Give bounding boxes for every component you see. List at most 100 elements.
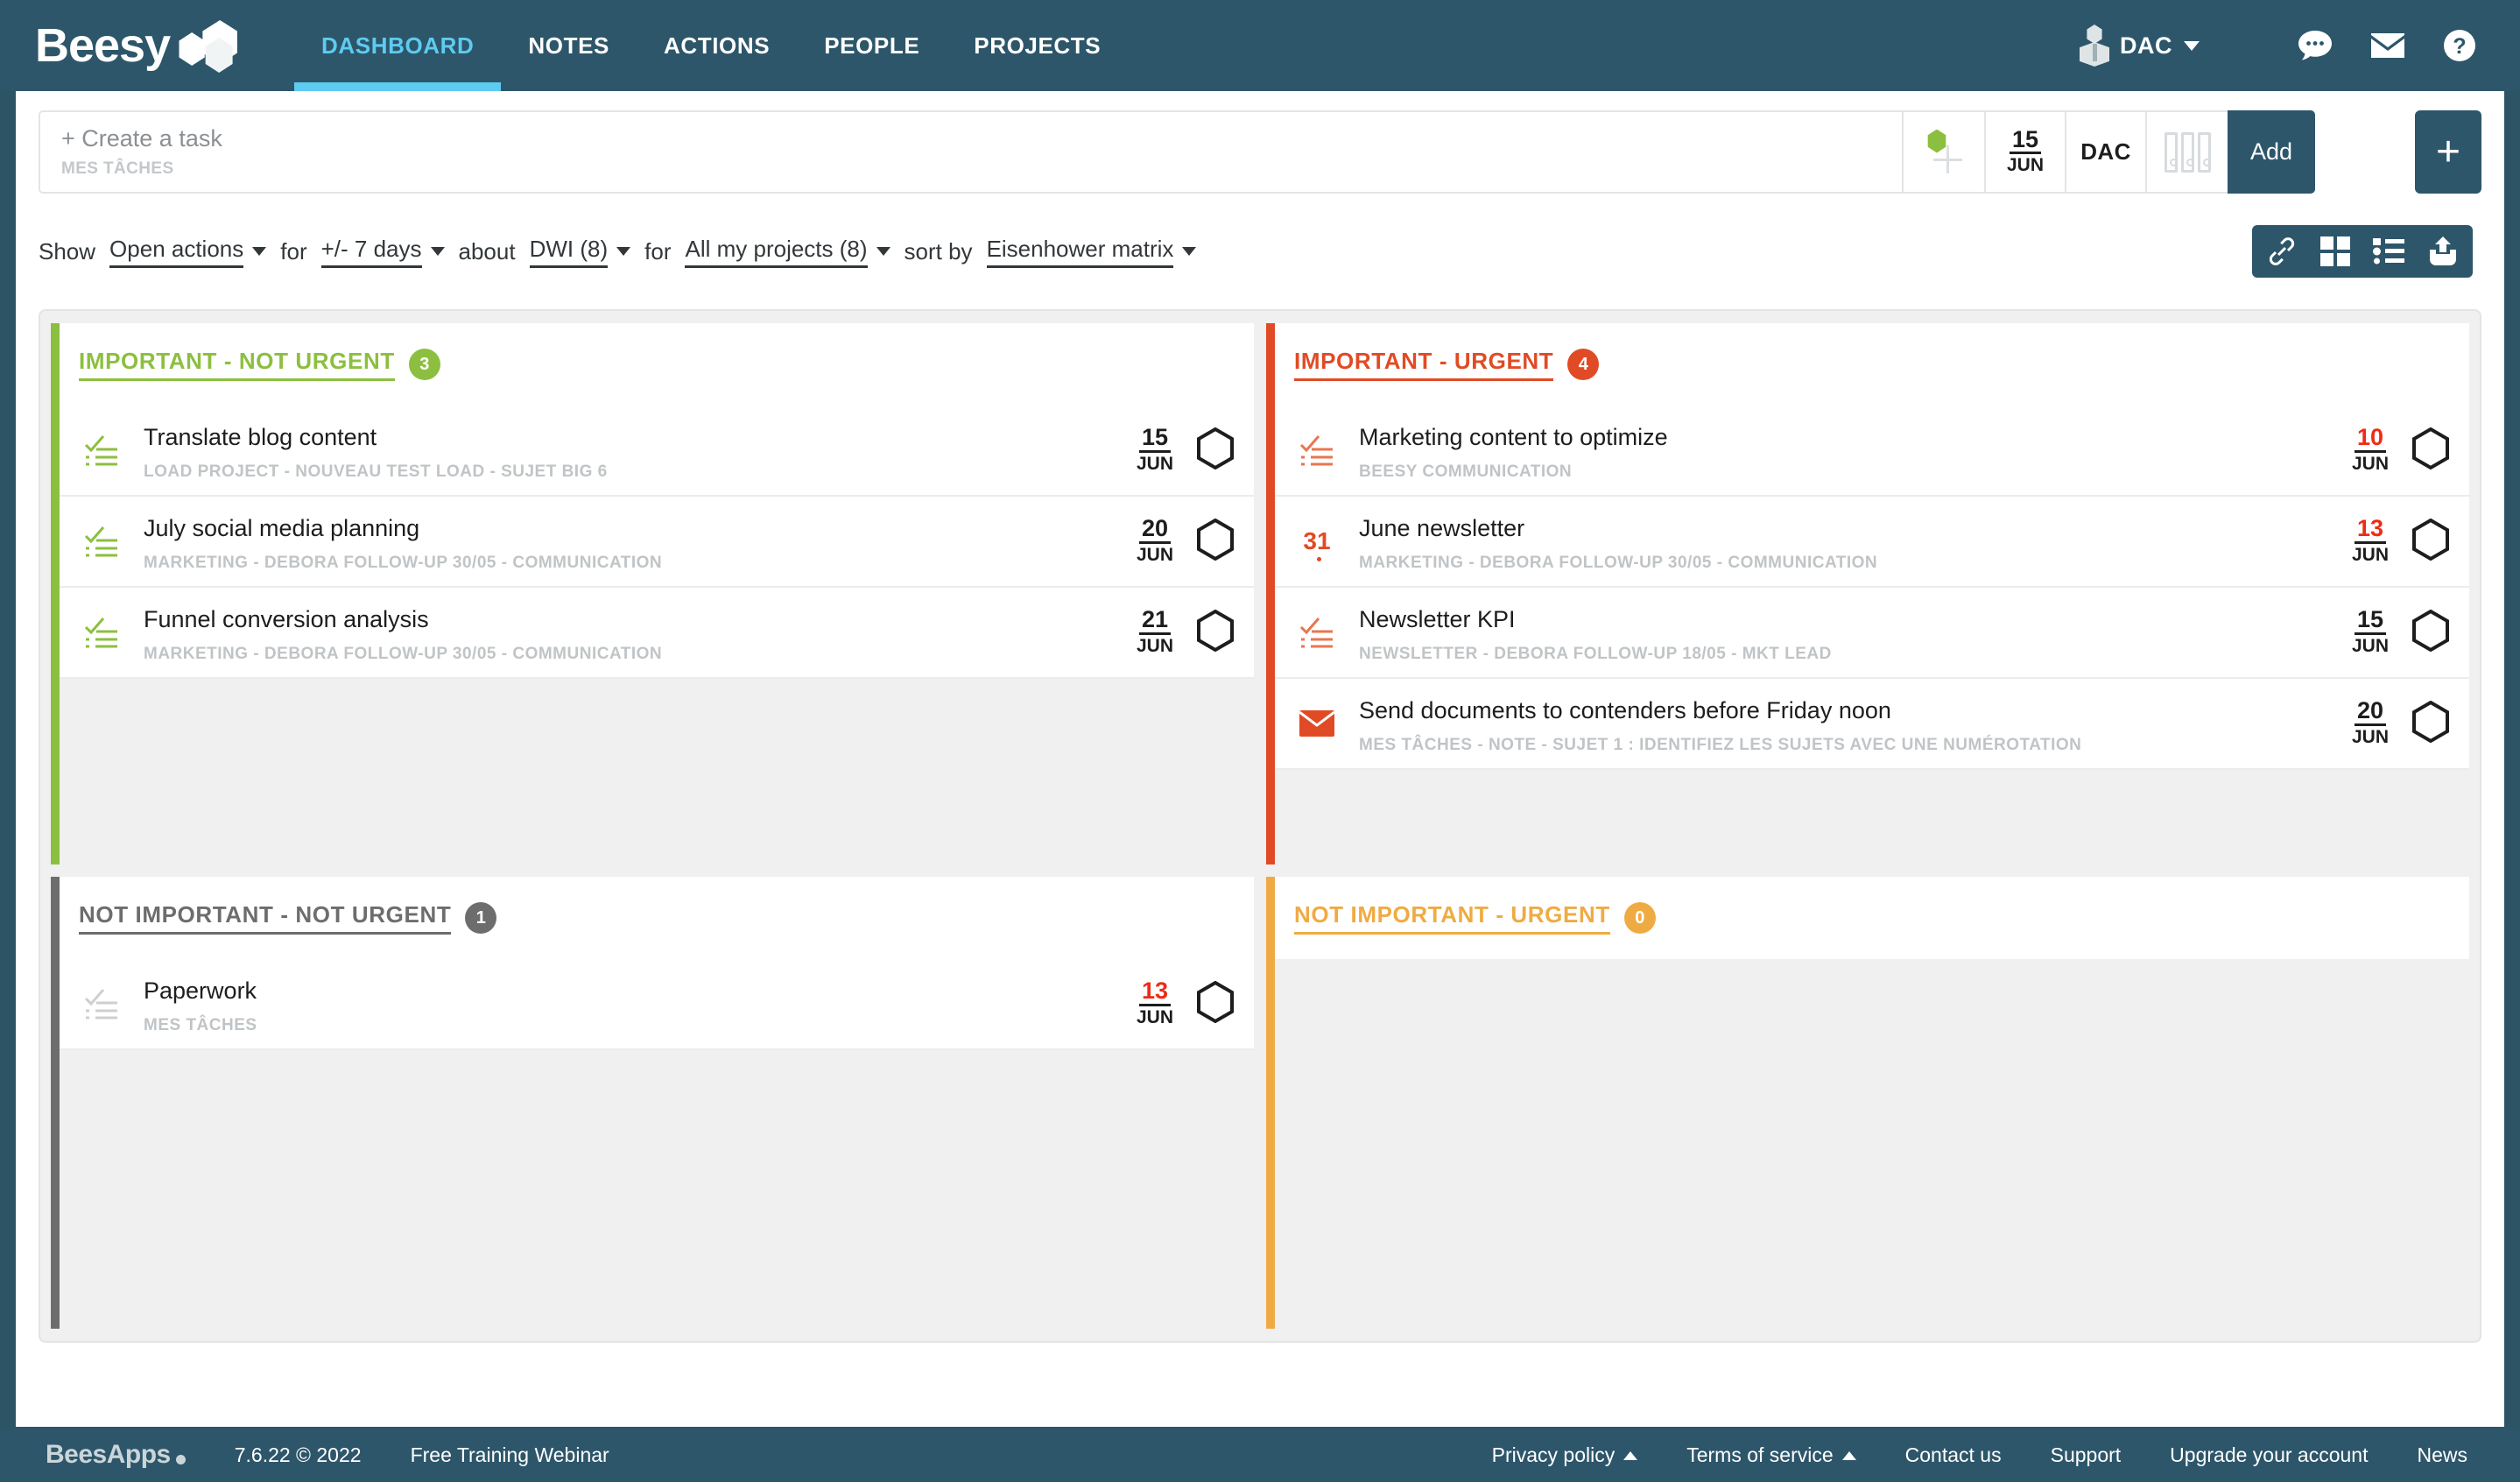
task-due-month: JUN <box>2352 635 2389 658</box>
quadrant-title[interactable]: IMPORTANT - NOT URGENT <box>79 348 395 381</box>
task-title: July social media planning <box>144 515 1137 542</box>
nav-item-notes[interactable]: NOTES <box>501 0 637 91</box>
task-context: LOAD PROJECT - NOUVEAU TEST LOAD - SUJET… <box>144 462 1137 482</box>
quadrant-color-stripe <box>51 877 60 1329</box>
task-due-day: 21 <box>1139 607 1171 634</box>
task-status-hexagon[interactable] <box>1196 610 1235 656</box>
task-status-hexagon[interactable] <box>1196 427 1235 474</box>
user-name-label: DAC <box>2120 32 2172 60</box>
table-row[interactable]: 31 June newsletter MARKETING - DEBORA FO… <box>1275 497 2469 588</box>
footer-version: 7.6.22 © 2022 <box>235 1443 362 1467</box>
quadrant-title[interactable]: NOT IMPORTANT - URGENT <box>1294 901 1610 935</box>
checklist-icon <box>60 434 144 467</box>
footer-link-terms-of-service[interactable]: Terms of service <box>1686 1443 1855 1467</box>
quadrant-task-list: Translate blog content LOAD PROJECT - NO… <box>60 406 1254 679</box>
task-due-date[interactable]: 15 JUN <box>1137 425 1173 476</box>
task-title: Newsletter KPI <box>1359 606 2352 633</box>
footer-link-upgrade-account[interactable]: Upgrade your account <box>2170 1443 2368 1467</box>
app-logo[interactable]: Beesy <box>35 18 263 73</box>
quadrant-important-not-urgent: IMPORTANT - NOT URGENT 3 Translate blog … <box>51 323 1254 864</box>
nav-item-people[interactable]: PEOPLE <box>797 0 947 91</box>
page-content: + Create a task MES TÂCHES 15 JUN DAC Ad… <box>16 91 2504 1427</box>
due-date-button[interactable]: 15 JUN <box>1984 110 2065 194</box>
task-due-day: 20 <box>1139 516 1171 543</box>
assignee-button[interactable]: DAC <box>2065 110 2145 194</box>
table-row[interactable]: Funnel conversion analysis MARKETING - D… <box>60 588 1254 679</box>
filter-sort-dropdown[interactable]: Eisenhower matrix <box>987 236 1197 268</box>
task-due-month: JUN <box>1137 1006 1173 1029</box>
table-row[interactable]: Newsletter KPI NEWSLETTER - DEBORA FOLLO… <box>1275 588 2469 679</box>
top-navigation-bar: Beesy DASHBOARD NOTES ACTIONS PEOPLE PRO… <box>0 0 2520 91</box>
due-date-day: 15 <box>2010 127 2041 154</box>
task-status-hexagon[interactable] <box>2411 701 2450 747</box>
add-participant-button[interactable] <box>1902 110 1984 194</box>
create-task-placeholder: + Create a task <box>61 125 1902 152</box>
create-task-input[interactable]: + Create a task MES TÂCHES <box>39 110 1902 194</box>
calendar-31-icon: 31 <box>1275 529 1359 554</box>
task-due-date[interactable]: 15 JUN <box>2352 607 2389 658</box>
chat-icon[interactable] <box>2298 30 2333 61</box>
task-due-date[interactable]: 10 JUN <box>2352 425 2389 476</box>
filter-who-dropdown[interactable]: DWI (8) <box>530 236 631 268</box>
footer-link-privacy-policy[interactable]: Privacy policy <box>1492 1443 1638 1467</box>
task-status-hexagon[interactable] <box>1196 519 1235 565</box>
nav-item-dashboard[interactable]: DASHBOARD <box>294 0 501 91</box>
table-row[interactable]: Translate blog content LOAD PROJECT - NO… <box>60 406 1254 497</box>
footer-link-contact-us[interactable]: Contact us <box>1905 1443 2002 1467</box>
mail-icon[interactable] <box>2369 32 2406 60</box>
matrix-column-right: IMPORTANT - URGENT 4 Marketing content t… <box>1266 323 2469 1329</box>
task-due-date[interactable]: 13 JUN <box>1137 978 1173 1029</box>
task-status-hexagon[interactable] <box>1196 981 1235 1027</box>
export-icon[interactable] <box>2427 236 2459 267</box>
filter-project-dropdown[interactable]: All my projects (8) <box>685 236 890 268</box>
footer-link-webinar[interactable]: Free Training Webinar <box>411 1443 609 1467</box>
checklist-icon <box>60 525 144 558</box>
add-task-label: Add <box>2250 138 2292 166</box>
table-row[interactable]: Paperwork MES TÂCHES 13 JUN <box>60 959 1254 1050</box>
quadrant-title[interactable]: IMPORTANT - URGENT <box>1294 348 1553 381</box>
task-status-hexagon[interactable] <box>2411 427 2450 474</box>
footer-link-news[interactable]: News <box>2417 1443 2467 1467</box>
help-icon[interactable]: ? <box>2443 29 2476 62</box>
task-due-date[interactable]: 13 JUN <box>2352 516 2389 567</box>
task-status-hexagon[interactable] <box>2411 610 2450 656</box>
filter-range-dropdown[interactable]: +/- 7 days <box>321 236 445 268</box>
task-context: MARKETING - DEBORA FOLLOW-UP 30/05 - COM… <box>144 645 1137 664</box>
task-due-day: 10 <box>2355 425 2386 452</box>
nav-label: PEOPLE <box>824 32 919 60</box>
filter-who-value: DWI (8) <box>530 236 609 268</box>
table-row[interactable]: July social media planning MARKETING - D… <box>60 497 1254 588</box>
task-due-date[interactable]: 20 JUN <box>1137 516 1173 567</box>
footer-link-support[interactable]: Support <box>2051 1443 2122 1467</box>
project-picker-button[interactable] <box>2145 110 2228 194</box>
footer-link-label: Privacy policy <box>1492 1443 1615 1466</box>
table-row[interactable]: Marketing content to optimize BEESY COMM… <box>1275 406 2469 497</box>
user-menu[interactable]: DAC <box>2080 25 2200 67</box>
filter-for-label-1: for <box>280 238 306 265</box>
task-due-date[interactable]: 20 JUN <box>2352 698 2389 749</box>
table-row[interactable]: Send documents to contenders before Frid… <box>1275 679 2469 770</box>
quadrant-header: NOT IMPORTANT - URGENT 0 <box>1275 877 2469 959</box>
quadrant-title[interactable]: NOT IMPORTANT - NOT URGENT <box>79 901 451 935</box>
task-status-hexagon[interactable] <box>2411 519 2450 565</box>
quick-add-button[interactable]: + <box>2415 110 2481 194</box>
user-avatar-icon <box>2080 25 2109 67</box>
quadrant-not-important-not-urgent: NOT IMPORTANT - NOT URGENT 1 Paperwork M… <box>51 877 1254 1329</box>
task-due-date[interactable]: 21 JUN <box>1137 607 1173 658</box>
nav-label: DASHBOARD <box>321 32 474 60</box>
svg-text:?: ? <box>2453 34 2466 59</box>
quadrant-count-badge: 0 <box>1624 902 1656 934</box>
grid-icon[interactable] <box>2320 236 2350 266</box>
task-context: MES TÂCHES <box>144 1016 1137 1035</box>
quadrant-count-badge: 1 <box>465 902 496 934</box>
link-icon[interactable] <box>2266 236 2298 267</box>
nav-item-projects[interactable]: PROJECTS <box>947 0 1128 91</box>
quadrant-count-badge: 3 <box>409 349 440 380</box>
chevron-down-icon <box>2184 41 2200 51</box>
list-icon[interactable] <box>2373 237 2404 265</box>
create-task-context: MES TÂCHES <box>61 159 1902 179</box>
mail-icon <box>1275 710 1359 737</box>
filter-status-dropdown[interactable]: Open actions <box>109 236 266 268</box>
nav-item-actions[interactable]: ACTIONS <box>637 0 797 91</box>
add-task-button[interactable]: Add <box>2228 110 2315 194</box>
